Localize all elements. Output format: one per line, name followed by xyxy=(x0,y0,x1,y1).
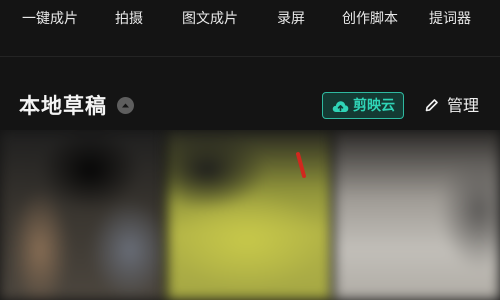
manage-button-label: 管理 xyxy=(447,96,480,115)
drafts-header: 本地草稿 剪映云 管理 xyxy=(0,84,500,128)
cloud-upload-icon xyxy=(332,101,349,112)
toolbar-item-one-click-video[interactable]: 一键成片 xyxy=(22,10,78,28)
manage-button[interactable]: 管理 xyxy=(424,92,484,119)
toolbar-item-shoot[interactable]: 拍摄 xyxy=(115,10,143,28)
cloud-button-label: 剪映云 xyxy=(353,98,395,114)
drafts-grid xyxy=(0,130,500,300)
cloud-button[interactable]: 剪映云 xyxy=(322,92,404,119)
toolbar-item-image-text-video[interactable]: 图文成片 xyxy=(182,10,238,28)
draft-thumbnail[interactable] xyxy=(0,130,165,300)
section-title: 本地草稿 xyxy=(19,94,107,118)
draft-thumbnail[interactable] xyxy=(334,130,500,300)
pencil-icon xyxy=(425,99,438,112)
red-annotation-mark xyxy=(296,152,306,178)
divider xyxy=(0,56,500,57)
toolbar-item-teleprompter[interactable]: 提词器 xyxy=(429,10,471,28)
chevron-up-icon xyxy=(122,103,129,108)
toolbar-item-creation-script[interactable]: 创作脚本 xyxy=(342,10,398,28)
collapse-toggle[interactable] xyxy=(117,97,134,114)
top-toolbar: 一键成片 拍摄 图文成片 录屏 创作脚本 提词器 xyxy=(0,0,500,40)
toolbar-item-screen-record[interactable]: 录屏 xyxy=(277,10,305,28)
